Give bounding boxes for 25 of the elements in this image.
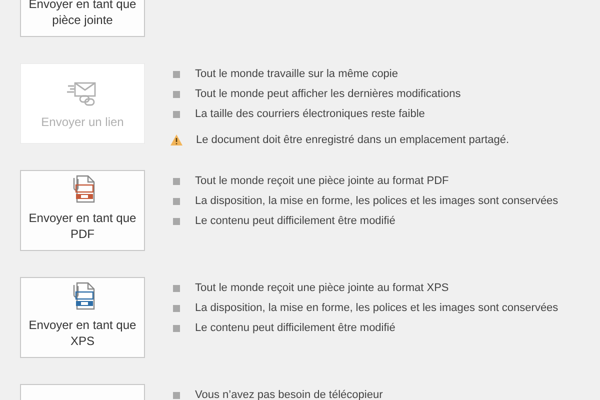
send-option-button[interactable]: Envoyer en tant que XPS	[20, 277, 145, 358]
warning-icon	[170, 134, 183, 146]
benefit-text: Tout le monde reçoit une pièce jointe au format PDF	[195, 174, 449, 189]
bullet-icon	[173, 70, 180, 78]
benefit-text: Le contenu peut difficilement être modifié	[195, 321, 396, 336]
benefit-text: Tout le monde reçoit une pièce jointe au format XPS	[195, 281, 449, 296]
bullet-icon	[173, 304, 180, 312]
warning-text: Le document doit être enregistré dans un emplacement partagé.	[196, 133, 510, 148]
bullet-icon	[173, 198, 180, 204]
benefit-text: Vous n’avez pas besoin de télécopieur	[195, 388, 383, 400]
benefit-text: Tout le monde travaille sur la même copie	[195, 67, 398, 82]
bullet-icon	[173, 178, 180, 184]
benefit-text: La disposition, la mise en forme, les polices et les images sont conservées	[195, 194, 558, 209]
bullet-icon	[173, 110, 180, 118]
benefit-text: Tout le monde peut afficher les dernières modifications	[195, 87, 461, 102]
bullet-icon	[173, 90, 180, 98]
bullet-icon	[173, 218, 180, 224]
benefit-text: La disposition, la mise en forme, les polices et les images sont conservées	[195, 301, 558, 316]
benefit-text: La taille des courriers électroniques reste faible	[195, 107, 425, 122]
send-option-button[interactable]: Envoyer en tant que PDF	[20, 170, 145, 251]
bullet-icon	[173, 392, 180, 398]
send-option-button[interactable]: Envoyer en tant que pièce jointe	[20, 0, 145, 37]
benefit-text: Le contenu peut difficilement être modifié	[195, 214, 396, 229]
bullet-icon	[173, 284, 180, 292]
bullet-icon	[173, 324, 180, 332]
